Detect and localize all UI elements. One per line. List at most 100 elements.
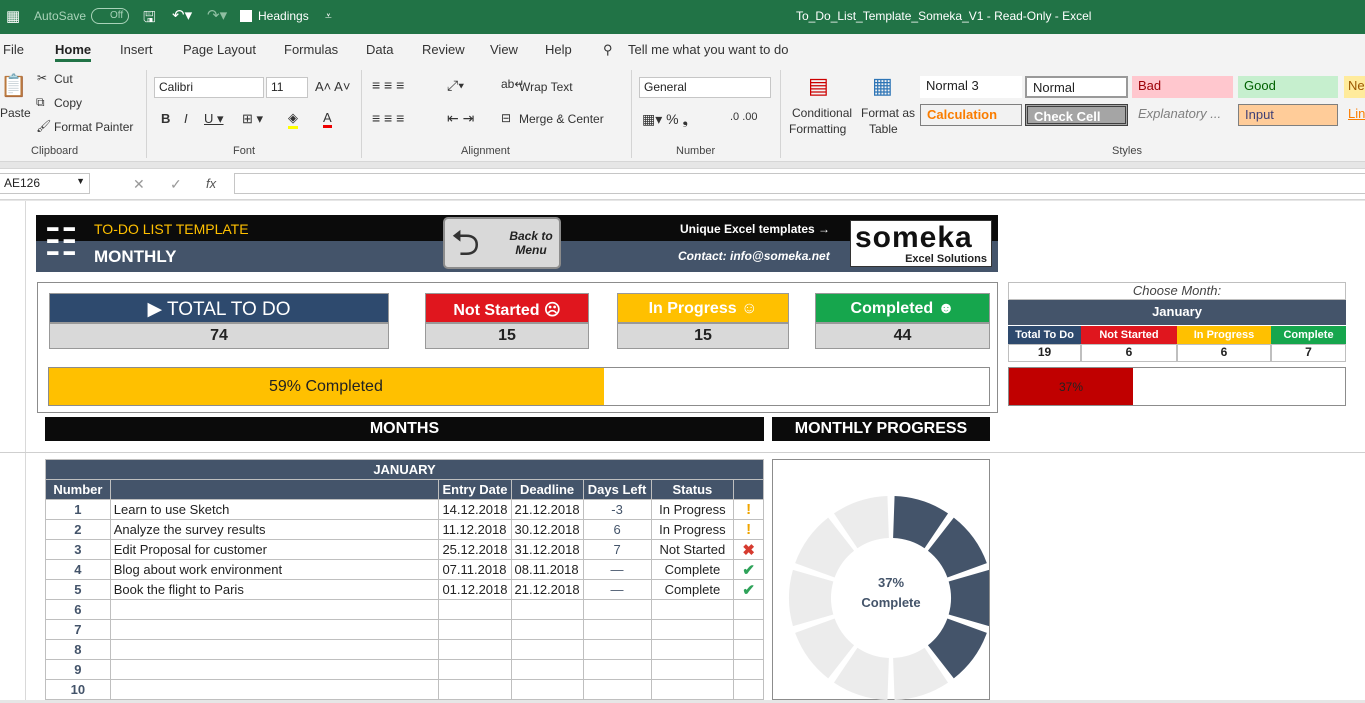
tab-review[interactable]: Review bbox=[422, 42, 465, 57]
undo-icon[interactable]: ↶▾ bbox=[172, 6, 192, 24]
align-left-icon[interactable]: ≡ ≡ ≡ bbox=[372, 110, 404, 126]
status[interactable] bbox=[650, 619, 735, 640]
status[interactable] bbox=[650, 679, 735, 700]
status-icon[interactable]: ✔ bbox=[733, 579, 764, 600]
style-linked-cell[interactable]: Lin bbox=[1344, 104, 1365, 126]
conditional-formatting-label[interactable]: Conditional bbox=[792, 106, 852, 120]
task-name[interactable]: Edit Proposal for customer bbox=[109, 539, 440, 560]
table-row[interactable]: 1 Learn to use Sketch 14.12.2018 21.12.2018… bbox=[45, 499, 764, 520]
deadline[interactable]: 30.12.2018 bbox=[510, 519, 584, 540]
entry-date[interactable] bbox=[438, 659, 512, 680]
tab-insert[interactable]: Insert bbox=[120, 42, 153, 57]
save-icon[interactable]: 🖫 bbox=[143, 7, 156, 32]
days-left[interactable]: -3 bbox=[582, 499, 652, 520]
paste-icon[interactable]: 📋 bbox=[0, 73, 27, 99]
enter-icon[interactable]: ✓ bbox=[170, 176, 182, 193]
entry-date[interactable]: 11.12.2018 bbox=[438, 519, 512, 540]
status[interactable]: Complete bbox=[650, 579, 735, 600]
bold-button[interactable]: B bbox=[161, 111, 170, 126]
task-name[interactable] bbox=[109, 619, 440, 640]
deadline[interactable] bbox=[510, 639, 584, 660]
entry-date[interactable] bbox=[438, 619, 512, 640]
days-left[interactable] bbox=[582, 679, 652, 700]
days-left[interactable]: — bbox=[582, 579, 652, 600]
status-icon[interactable]: ✔ bbox=[733, 559, 764, 580]
excel-app-icon[interactable]: ▦ bbox=[6, 7, 20, 25]
table-row[interactable]: 9 bbox=[45, 659, 764, 680]
task-name[interactable] bbox=[109, 599, 440, 620]
style-check-cell[interactable]: Check Cell bbox=[1025, 104, 1128, 126]
task-name[interactable] bbox=[109, 659, 440, 680]
status-icon[interactable]: ✖ bbox=[733, 539, 764, 560]
tab-data[interactable]: Data bbox=[366, 42, 393, 57]
deadline[interactable] bbox=[510, 679, 584, 700]
paste-button[interactable]: Paste bbox=[0, 106, 31, 120]
name-box[interactable]: AE126 ▼ bbox=[0, 173, 90, 194]
tab-formulas[interactable]: Formulas bbox=[284, 42, 338, 57]
table-row[interactable]: 4 Blog about work environment 07.11.2018 08… bbox=[45, 559, 764, 580]
formatting-label[interactable]: Formatting bbox=[789, 122, 846, 136]
align-top-icon[interactable]: ≡ ≡ ≡ bbox=[372, 77, 404, 93]
days-left[interactable] bbox=[582, 619, 652, 640]
status-icon[interactable] bbox=[733, 619, 764, 640]
days-left[interactable]: — bbox=[582, 559, 652, 580]
style-neutral[interactable]: Ne bbox=[1344, 76, 1365, 98]
cancel-icon[interactable]: ✕ bbox=[133, 176, 145, 193]
autosave-toggle[interactable]: Off bbox=[91, 8, 129, 24]
worksheet[interactable]: ☷ TO-DO LIST TEMPLATE MONTHLY ⮌ Back to … bbox=[0, 201, 1365, 700]
status[interactable] bbox=[650, 639, 735, 660]
status[interactable]: In Progress bbox=[650, 499, 735, 520]
entry-date[interactable]: 25.12.2018 bbox=[438, 539, 512, 560]
tell-me-search[interactable]: Tell me what you want to do bbox=[628, 42, 788, 57]
insert-function-icon[interactable]: fx bbox=[206, 176, 216, 191]
style-normal[interactable]: Normal bbox=[1025, 76, 1128, 98]
tab-file[interactable]: File bbox=[3, 42, 24, 57]
table-row[interactable]: 5 Book the flight to Paris 01.12.2018 21.12… bbox=[45, 579, 764, 600]
tab-view[interactable]: View bbox=[490, 42, 518, 57]
status[interactable] bbox=[650, 659, 735, 680]
entry-date[interactable] bbox=[438, 679, 512, 700]
task-name[interactable]: Learn to use Sketch bbox=[109, 499, 440, 520]
table-row[interactable]: 3 Edit Proposal for customer 25.12.2018 31.… bbox=[45, 539, 764, 560]
entry-date[interactable] bbox=[438, 639, 512, 660]
style-good[interactable]: Good bbox=[1238, 76, 1338, 98]
fill-color-icon[interactable]: ◈ bbox=[288, 110, 298, 129]
deadline[interactable] bbox=[510, 599, 584, 620]
style-normal3[interactable]: Normal 3 bbox=[920, 76, 1022, 98]
deadline[interactable]: 08.11.2018 bbox=[510, 559, 584, 580]
style-calculation[interactable]: Calculation bbox=[920, 104, 1022, 126]
status-icon[interactable]: ! bbox=[733, 499, 764, 520]
italic-button[interactable]: I bbox=[184, 111, 188, 126]
task-name[interactable] bbox=[109, 679, 440, 700]
month-select[interactable]: January bbox=[1008, 300, 1346, 325]
task-name[interactable]: Analyze the survey results bbox=[109, 519, 440, 540]
deadline[interactable]: 21.12.2018 bbox=[510, 579, 584, 600]
task-name[interactable]: Book the flight to Paris bbox=[109, 579, 440, 600]
deadline[interactable]: 31.12.2018 bbox=[510, 539, 584, 560]
headings-checkbox[interactable] bbox=[240, 10, 252, 22]
tab-help[interactable]: Help bbox=[545, 42, 572, 57]
copy-button[interactable]: Copy bbox=[54, 96, 82, 110]
back-to-menu-button[interactable]: ⮌ Back to Menu bbox=[443, 217, 561, 269]
font-color-icon[interactable]: A bbox=[323, 110, 332, 128]
orientation-icon[interactable]: ⤢▾ bbox=[447, 77, 464, 94]
days-left[interactable] bbox=[582, 659, 652, 680]
entry-date[interactable] bbox=[438, 599, 512, 620]
contact-email[interactable]: Contact: info@someka.net bbox=[678, 249, 830, 263]
entry-date[interactable]: 07.11.2018 bbox=[438, 559, 512, 580]
deadline[interactable]: 21.12.2018 bbox=[510, 499, 584, 520]
decimal-icon[interactable]: .0 .00 bbox=[730, 111, 758, 123]
wrap-text-button[interactable]: Wrap Text bbox=[519, 80, 573, 94]
merge-center-button[interactable]: Merge & Center bbox=[519, 112, 604, 126]
table-row[interactable]: 7 bbox=[45, 619, 764, 640]
style-bad[interactable]: Bad bbox=[1132, 76, 1233, 98]
status-icon[interactable] bbox=[733, 639, 764, 660]
style-input[interactable]: Input bbox=[1238, 104, 1338, 126]
style-explanatory[interactable]: Explanatory ... bbox=[1132, 104, 1233, 126]
tab-home[interactable]: Home bbox=[55, 42, 92, 62]
task-name[interactable] bbox=[109, 639, 440, 660]
number-format-select[interactable]: General bbox=[639, 77, 771, 98]
redo-icon[interactable]: ↷▾ bbox=[207, 6, 227, 24]
days-left[interactable]: 6 bbox=[582, 519, 652, 540]
unique-templates-link[interactable]: Unique Excel templates → bbox=[680, 222, 830, 236]
